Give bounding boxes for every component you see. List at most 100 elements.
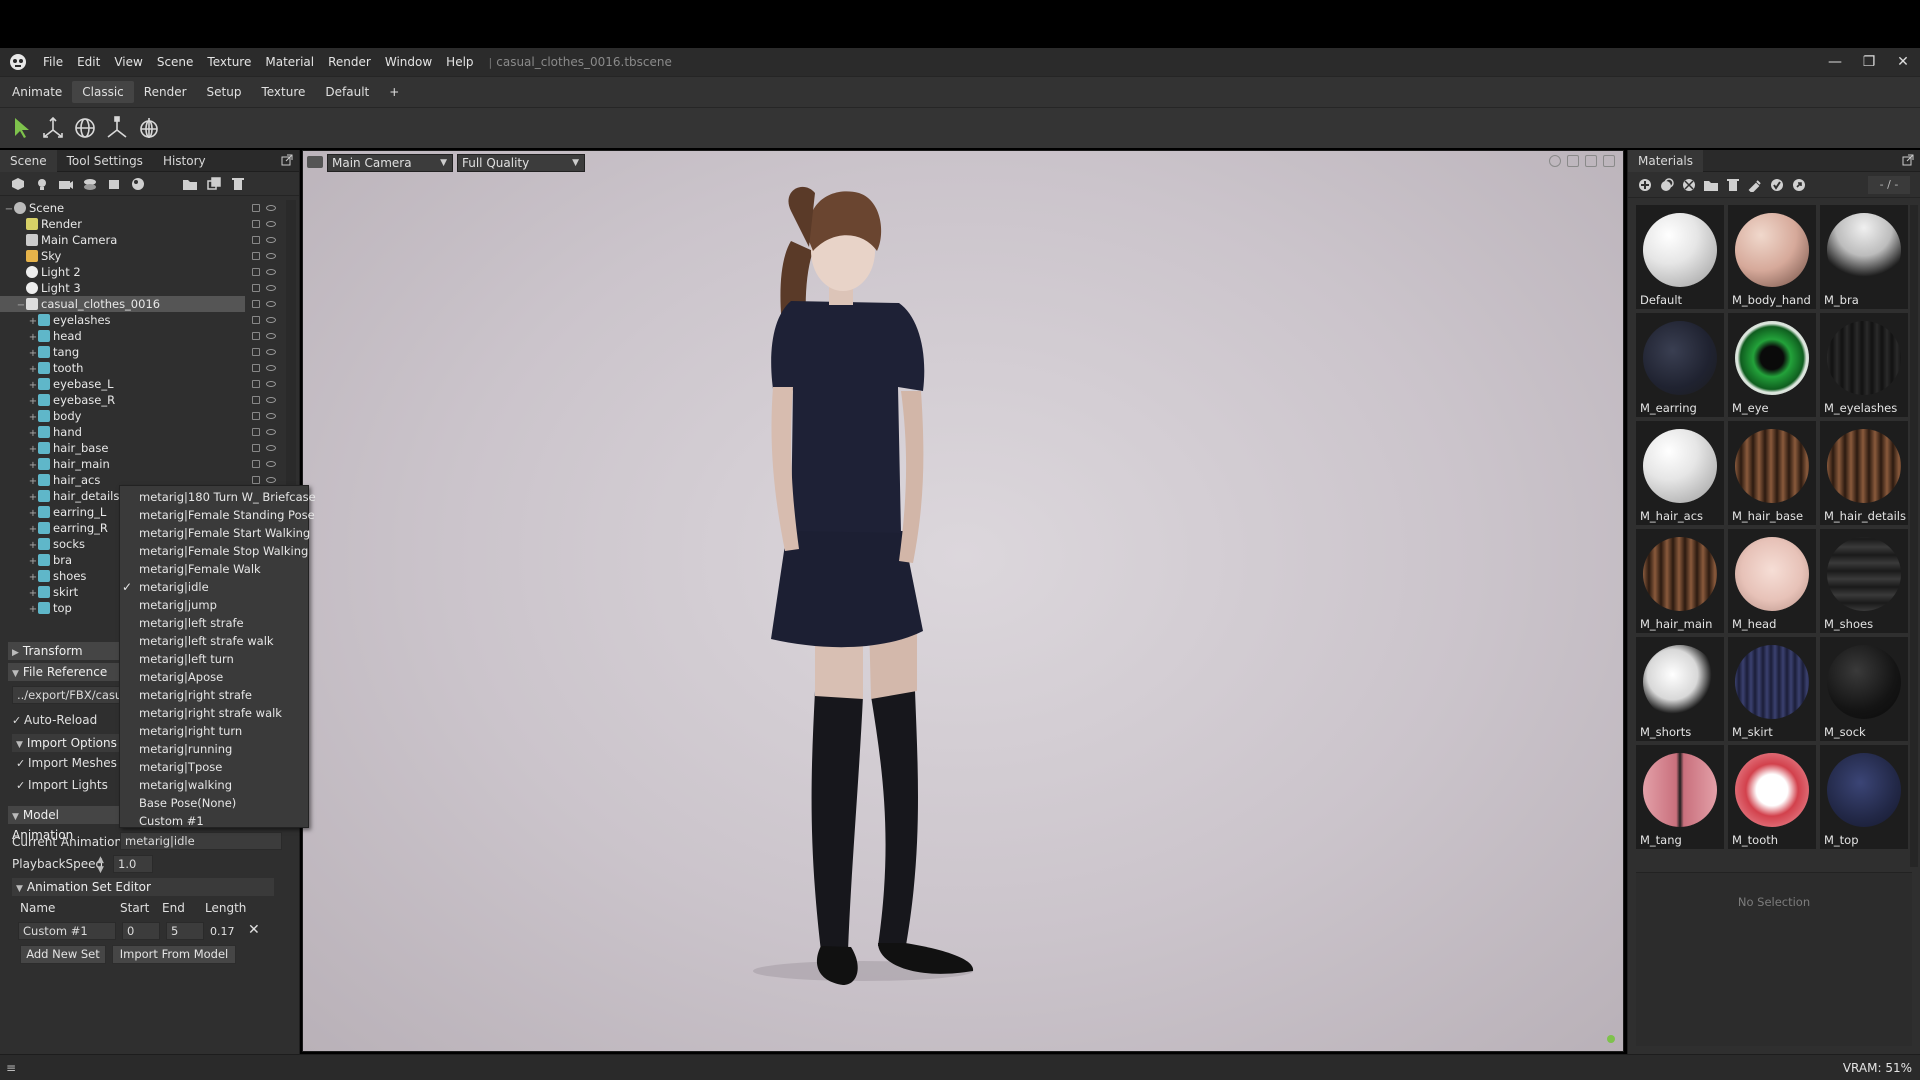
maximize-button[interactable]: ❐ bbox=[1852, 48, 1886, 76]
scene-tree-item[interactable]: − Scene bbox=[0, 200, 290, 216]
lock-icon[interactable] bbox=[252, 220, 260, 228]
import-lights-row[interactable]: ✓ Import Lights bbox=[16, 778, 120, 792]
lock-icon[interactable] bbox=[252, 364, 260, 372]
tab-tool-settings[interactable]: Tool Settings bbox=[57, 150, 153, 172]
visibility-eye-icon[interactable] bbox=[266, 397, 276, 403]
material-tile[interactable]: M_earring bbox=[1636, 313, 1724, 417]
pick-material-icon[interactable] bbox=[1744, 175, 1766, 195]
folder-icon[interactable] bbox=[178, 174, 202, 194]
animation-option[interactable]: metarig|Tpose bbox=[120, 758, 308, 776]
visibility-eye-icon[interactable] bbox=[266, 285, 276, 291]
import-meshes-row[interactable]: ✓ Import Meshes bbox=[16, 756, 120, 770]
material-tile[interactable]: M_shorts bbox=[1636, 637, 1724, 741]
menu-render[interactable]: Render bbox=[321, 55, 378, 69]
scene-tree-item[interactable]: + hair_main bbox=[0, 456, 290, 472]
menu-material[interactable]: Material bbox=[258, 55, 321, 69]
scene-tree-item[interactable]: + hand bbox=[0, 424, 290, 440]
minimize-button[interactable]: — bbox=[1818, 48, 1852, 76]
checker-material-icon[interactable] bbox=[1678, 175, 1700, 195]
playback-speed-spinner-icon[interactable]: ▲ ▼ bbox=[97, 855, 104, 875]
tab-history[interactable]: History bbox=[153, 150, 216, 172]
material-tile[interactable]: M_eyelashes bbox=[1820, 313, 1908, 417]
material-tile[interactable]: M_sock bbox=[1820, 637, 1908, 741]
material-tile[interactable]: M_tang bbox=[1636, 745, 1724, 849]
move-tool-icon[interactable] bbox=[38, 113, 68, 143]
model-animation-section-header[interactable]: ▼ Model Animation bbox=[8, 806, 120, 842]
delete-icon[interactable] bbox=[226, 174, 250, 194]
add-group-icon[interactable] bbox=[78, 174, 102, 194]
menu-edit[interactable]: Edit bbox=[70, 55, 107, 69]
visibility-eye-icon[interactable] bbox=[266, 461, 276, 467]
visibility-eye-icon[interactable] bbox=[266, 221, 276, 227]
animation-option[interactable]: metarig|Female Standing Pose bbox=[120, 506, 315, 524]
lock-icon[interactable] bbox=[252, 300, 260, 308]
layout-tab-setup[interactable]: Setup bbox=[197, 81, 252, 103]
scene-tree-item[interactable]: + eyelashes bbox=[0, 312, 290, 328]
lock-icon[interactable] bbox=[252, 428, 260, 436]
popout-icon[interactable] bbox=[281, 154, 293, 166]
material-page-counter[interactable]: - / - bbox=[1868, 176, 1910, 194]
lock-icon[interactable] bbox=[252, 444, 260, 452]
scene-tree-item[interactable]: Sky bbox=[0, 248, 290, 264]
menu-window[interactable]: Window bbox=[378, 55, 439, 69]
layout-tab-texture[interactable]: Texture bbox=[251, 81, 315, 103]
materials-scrollbar[interactable] bbox=[1910, 205, 1918, 867]
current-animation-select[interactable]: metarig|idle bbox=[120, 832, 282, 850]
visibility-eye-icon[interactable] bbox=[266, 301, 276, 307]
layout-tab-render[interactable]: Render bbox=[134, 81, 197, 103]
import-from-model-button[interactable]: Import From Model bbox=[112, 945, 236, 964]
tab-materials[interactable]: Materials bbox=[1628, 149, 1704, 172]
console-icon[interactable]: ≡ bbox=[6, 1061, 16, 1075]
animation-option[interactable]: metarig|right turn bbox=[120, 722, 308, 740]
add-new-set-button[interactable]: Add New Set bbox=[20, 945, 106, 964]
visibility-eye-icon[interactable] bbox=[266, 365, 276, 371]
scene-tree-item[interactable]: Light 2 bbox=[0, 264, 290, 280]
material-tile[interactable]: M_hair_main bbox=[1636, 529, 1724, 633]
visibility-eye-icon[interactable] bbox=[266, 381, 276, 387]
layout-tab-classic[interactable]: Classic bbox=[72, 81, 134, 103]
add-light-icon[interactable] bbox=[30, 174, 54, 194]
material-tile[interactable]: M_body_hand bbox=[1728, 205, 1816, 309]
scene-tree-item[interactable]: + tooth bbox=[0, 360, 290, 376]
animation-option[interactable]: metarig|running bbox=[120, 740, 308, 758]
material-tile[interactable]: Default bbox=[1636, 205, 1724, 309]
add-camera-icon[interactable] bbox=[54, 174, 78, 194]
animation-option[interactable]: metarig|right strafe bbox=[120, 686, 308, 704]
lock-icon[interactable] bbox=[252, 316, 260, 324]
duplicate-material-icon[interactable] bbox=[1656, 175, 1678, 195]
visibility-eye-icon[interactable] bbox=[266, 413, 276, 419]
animation-option[interactable]: metarig|Female Walk bbox=[120, 560, 308, 578]
materials-popout-icon[interactable] bbox=[1902, 154, 1914, 166]
scene-tree-item[interactable]: + head bbox=[0, 328, 290, 344]
animation-set-editor-header[interactable]: ▼ Animation Set Editor bbox=[12, 878, 274, 896]
scene-tree-item[interactable]: + body bbox=[0, 408, 290, 424]
playback-speed-field[interactable]: 1.0 bbox=[113, 855, 153, 873]
visibility-eye-icon[interactable] bbox=[266, 317, 276, 323]
scale-tool-icon[interactable] bbox=[102, 113, 132, 143]
animation-option[interactable]: ✓ metarig|idle bbox=[120, 578, 308, 596]
visibility-eye-icon[interactable] bbox=[266, 429, 276, 435]
select-tool-icon[interactable] bbox=[6, 113, 36, 143]
material-tile[interactable]: M_shoes bbox=[1820, 529, 1908, 633]
lock-icon[interactable] bbox=[252, 348, 260, 356]
new-material-icon[interactable] bbox=[1634, 175, 1656, 195]
scene-tree-item[interactable]: Render bbox=[0, 216, 290, 232]
anim-set-end-field[interactable]: 5 bbox=[166, 922, 204, 940]
material-tile[interactable]: M_head bbox=[1728, 529, 1816, 633]
animation-option[interactable]: metarig|Female Stop Walking bbox=[120, 542, 308, 560]
scene-tree-item[interactable]: + eyebase_R bbox=[0, 392, 290, 408]
material-tile[interactable]: M_bra bbox=[1820, 205, 1908, 309]
menu-file[interactable]: File bbox=[36, 55, 70, 69]
menu-help[interactable]: Help bbox=[439, 55, 480, 69]
layout-tab-default[interactable]: Default bbox=[315, 81, 379, 103]
scene-tree-item[interactable]: Main Camera bbox=[0, 232, 290, 248]
lock-icon[interactable] bbox=[252, 380, 260, 388]
anim-set-start-field[interactable]: 0 bbox=[122, 922, 160, 940]
animation-option[interactable]: metarig|left strafe bbox=[120, 614, 308, 632]
material-tile[interactable]: M_top bbox=[1820, 745, 1908, 849]
material-tile[interactable]: M_hair_details bbox=[1820, 421, 1908, 525]
animation-option[interactable]: metarig|180 Turn W_ Briefcase bbox=[120, 488, 316, 506]
lock-icon[interactable] bbox=[252, 284, 260, 292]
lock-icon[interactable] bbox=[252, 476, 260, 484]
visibility-eye-icon[interactable] bbox=[266, 253, 276, 259]
